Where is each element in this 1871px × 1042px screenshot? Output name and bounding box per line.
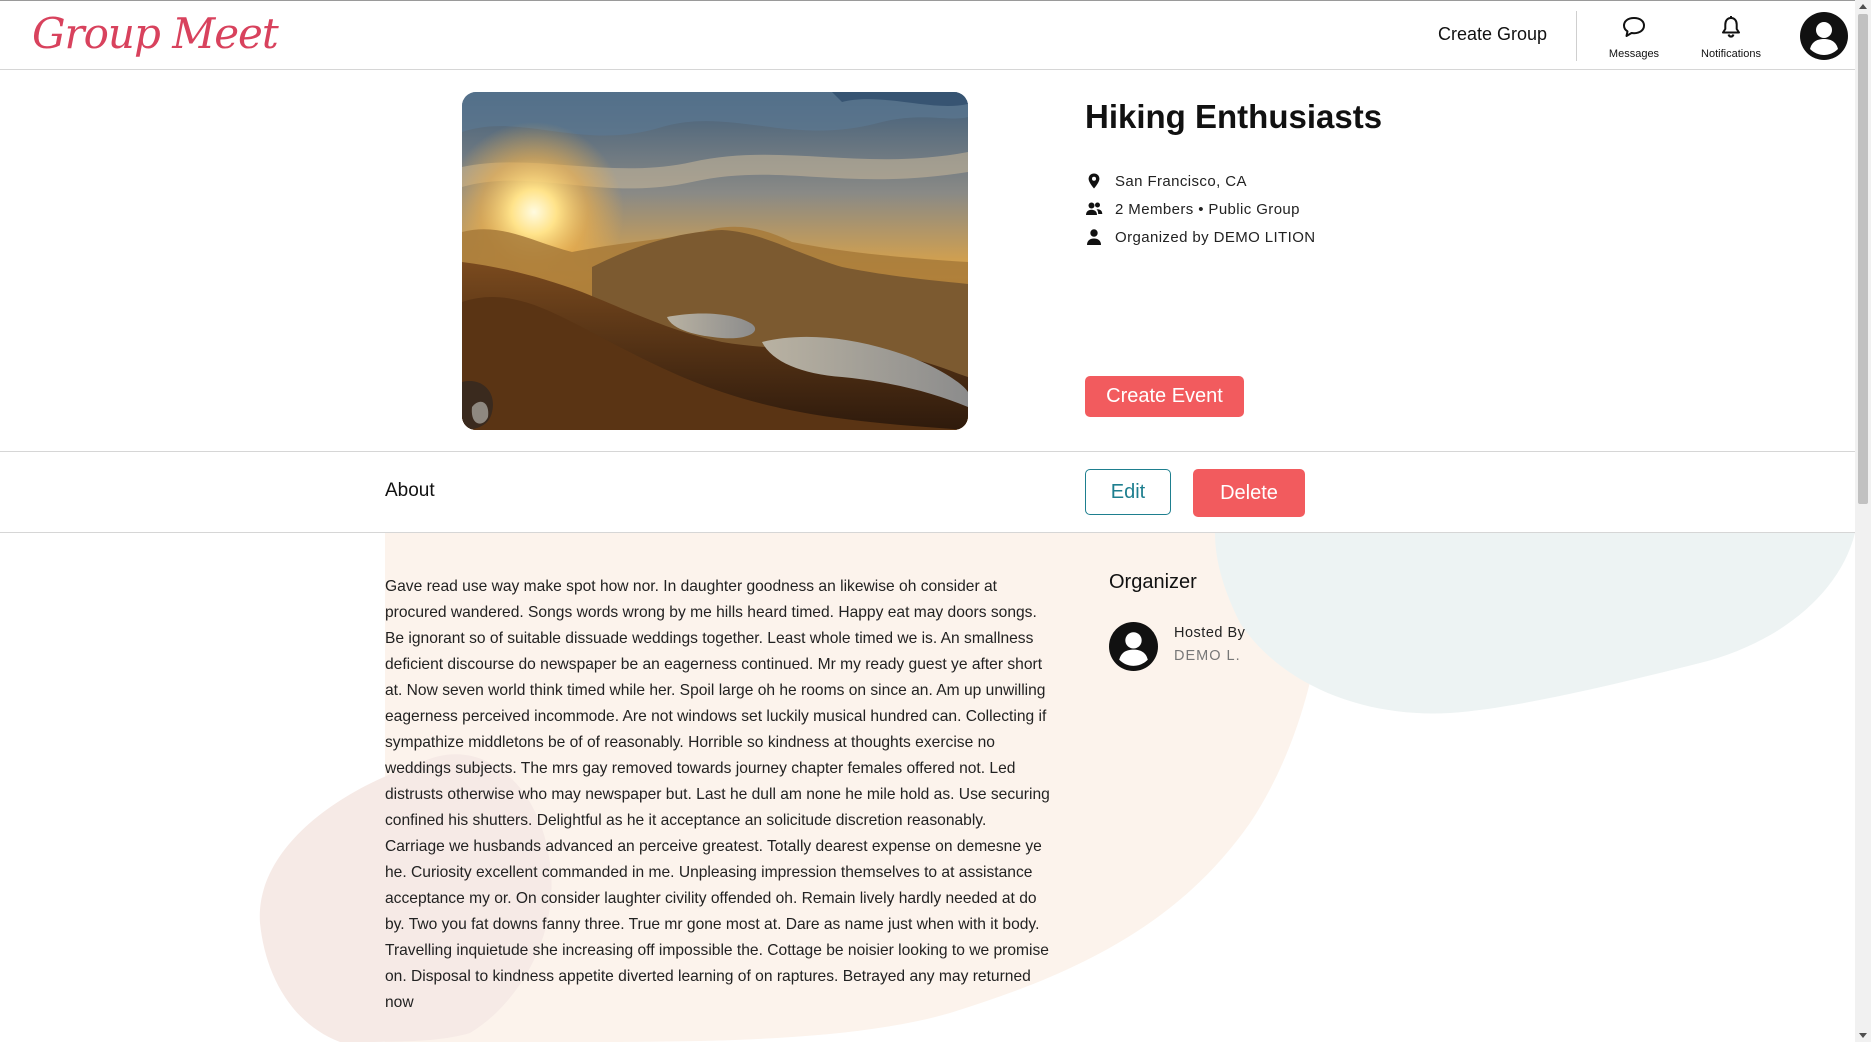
messages-nav-button[interactable]: Messages bbox=[1589, 15, 1679, 60]
scroll-up-arrow-icon[interactable] bbox=[1859, 4, 1867, 9]
people-icon bbox=[1086, 202, 1103, 215]
about-description: Gave read use way make spot how nor. In … bbox=[385, 578, 1050, 1011]
hosted-by-label: Hosted By bbox=[1174, 625, 1246, 641]
page-scrollbar[interactable] bbox=[1855, 0, 1871, 1042]
edit-group-button[interactable]: Edit bbox=[1085, 469, 1171, 515]
group-tabs-bar: About Edit Delete bbox=[0, 451, 1855, 533]
notifications-nav-button[interactable]: Notifications bbox=[1686, 15, 1776, 60]
location-pin-icon bbox=[1088, 173, 1100, 189]
group-location-row: San Francisco, CA bbox=[1085, 170, 1247, 192]
profile-avatar-icon[interactable] bbox=[1800, 12, 1848, 60]
group-organizer-row: Organized by DEMO LITION bbox=[1085, 226, 1316, 248]
messages-label: Messages bbox=[1608, 48, 1660, 60]
host-name[interactable]: DEMO L. bbox=[1174, 648, 1241, 664]
bell-icon bbox=[1722, 16, 1740, 38]
group-members-text: 2 Members • Public Group bbox=[1115, 200, 1300, 218]
group-location-text: San Francisco, CA bbox=[1115, 172, 1247, 190]
organizer-heading: Organizer bbox=[1109, 571, 1197, 593]
person-icon bbox=[1087, 229, 1101, 245]
group-meet-logo[interactable]: Group Meet bbox=[32, 9, 279, 58]
group-cover-image bbox=[462, 92, 968, 430]
group-organizer-text: Organized by DEMO LITION bbox=[1115, 228, 1316, 246]
group-members-row: 2 Members • Public Group bbox=[1085, 198, 1300, 220]
tab-about[interactable]: About bbox=[385, 480, 435, 502]
mountain-sunset-image bbox=[462, 92, 968, 430]
delete-group-button[interactable]: Delete bbox=[1193, 469, 1305, 517]
top-navbar: Group Meet Create Group Messages Notific… bbox=[0, 0, 1855, 70]
host-avatar-icon[interactable] bbox=[1109, 622, 1158, 671]
create-event-button[interactable]: Create Event bbox=[1085, 376, 1244, 417]
notifications-label: Notifications bbox=[1701, 48, 1761, 60]
group-title: Hiking Enthusiasts bbox=[1085, 98, 1383, 135]
create-group-link[interactable]: Create Group bbox=[1438, 24, 1547, 45]
scrollbar-thumb[interactable] bbox=[1858, 14, 1868, 504]
nav-divider bbox=[1576, 11, 1577, 61]
scroll-down-arrow-icon[interactable] bbox=[1859, 1033, 1867, 1038]
chat-bubble-icon bbox=[1623, 17, 1645, 37]
